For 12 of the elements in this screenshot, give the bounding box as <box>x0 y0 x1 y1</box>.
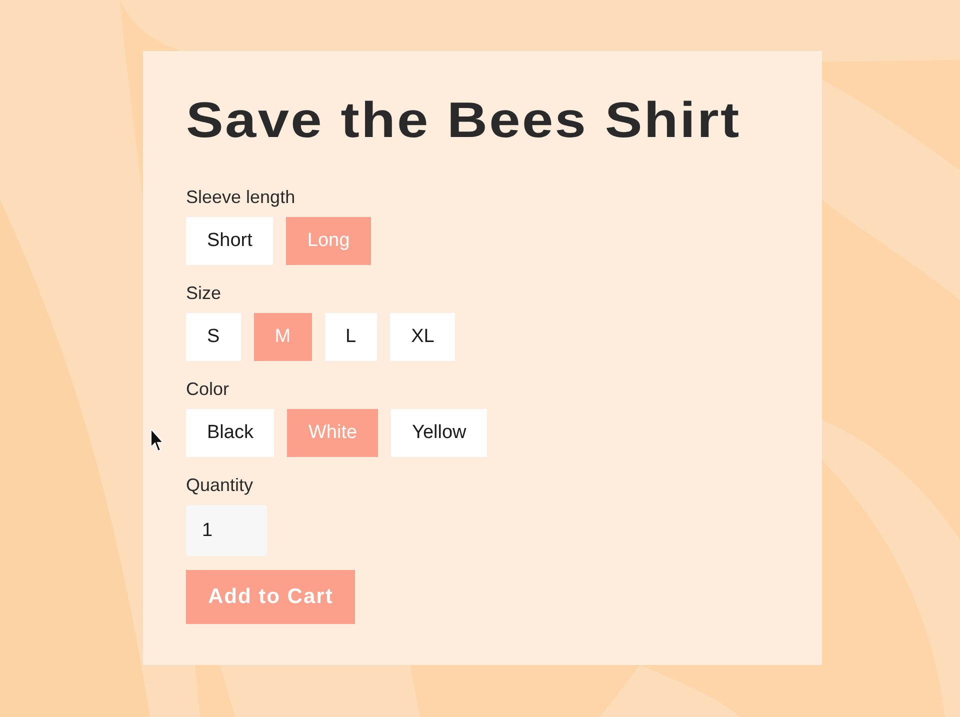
option-label: Color <box>186 378 230 401</box>
option-button[interactable]: L <box>324 313 378 361</box>
quantity-field[interactable]: 1 <box>186 505 267 556</box>
option-button[interactable]: Black <box>186 409 274 457</box>
option-label: Sleeve length <box>186 186 296 209</box>
option-label: Size <box>186 282 222 305</box>
option-button[interactable]: Yellow <box>391 409 488 457</box>
quantity-label: Quantity <box>186 474 254 497</box>
product-title: Save the Bees Shirt <box>186 91 741 150</box>
option-button[interactable]: Short <box>186 217 274 265</box>
option-button[interactable]: S <box>186 313 241 361</box>
option-button[interactable]: XL <box>390 313 456 361</box>
